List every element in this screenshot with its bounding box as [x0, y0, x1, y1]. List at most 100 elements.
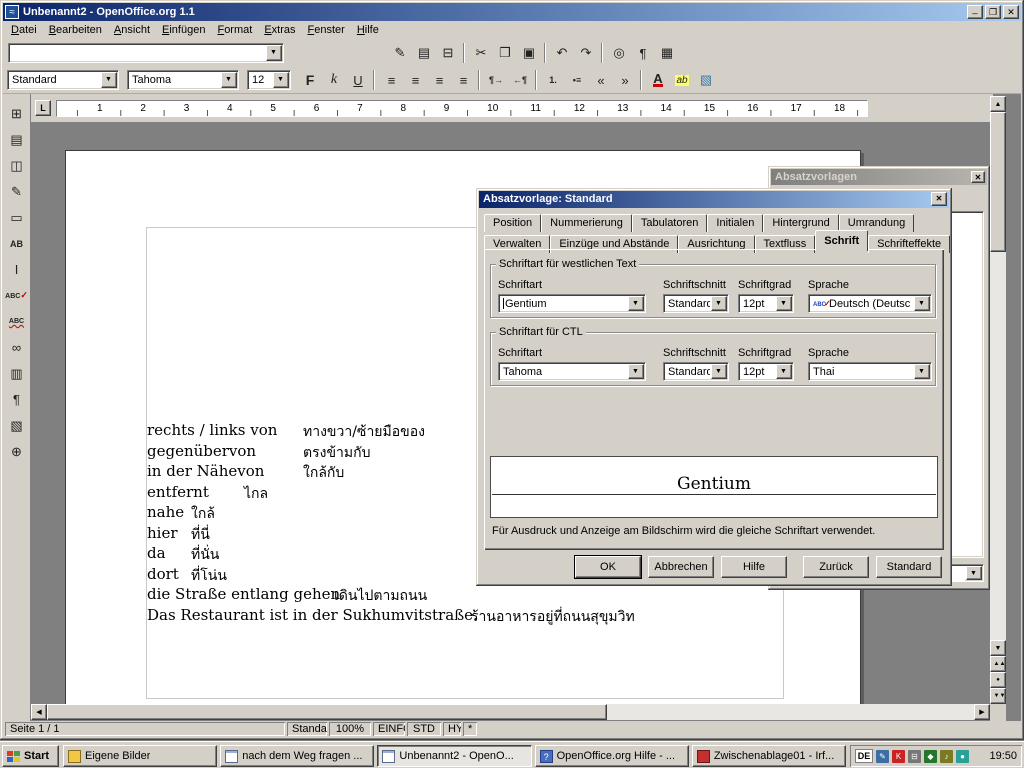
- export-pdf-icon[interactable]: ▤: [413, 42, 435, 64]
- nonprinting-characters-icon[interactable]: ¶: [5, 388, 29, 411]
- dropdown-arrow-icon[interactable]: [266, 45, 282, 61]
- menu-hilfe[interactable]: Hilfe: [351, 21, 385, 40]
- minimize-button[interactable]: [967, 5, 983, 19]
- autotext-icon[interactable]: AB: [5, 232, 29, 255]
- left-to-right-icon[interactable]: ¶→: [485, 69, 507, 91]
- tray-sync-icon[interactable]: ◆: [924, 750, 937, 763]
- italic-icon[interactable]: k: [323, 69, 345, 91]
- url-text[interactable]: [13, 46, 265, 60]
- print-file-icon[interactable]: ⊟: [437, 42, 459, 64]
- paragraph-style-combo[interactable]: Standard: [7, 70, 119, 90]
- menu-fenster[interactable]: Fenster: [302, 21, 351, 40]
- underline-icon[interactable]: U: [347, 69, 369, 91]
- menu-extras[interactable]: Extras: [258, 21, 301, 40]
- horizontal-scrollbar[interactable]: [31, 704, 990, 720]
- align-left-icon[interactable]: ≡: [380, 69, 402, 91]
- keyboard-layout-indicator[interactable]: DE: [855, 749, 873, 763]
- menu-datei[interactable]: Datei: [5, 21, 43, 40]
- tray-scheduler-icon[interactable]: ●: [956, 750, 969, 763]
- align-center-icon[interactable]: ≡: [404, 69, 426, 91]
- spellcheck-icon[interactable]: ABC: [5, 284, 29, 307]
- paragraph-background-icon[interactable]: ▧: [695, 69, 717, 91]
- gallery-icon[interactable]: ▦: [656, 42, 678, 64]
- direct-cursor-icon[interactable]: I: [5, 258, 29, 281]
- dropdown-arrow-icon[interactable]: [776, 296, 792, 311]
- align-right-icon[interactable]: ≡: [428, 69, 450, 91]
- status-segment[interactable]: *: [463, 722, 477, 736]
- find-replace-icon[interactable]: ∞: [5, 336, 29, 359]
- font-color-icon[interactable]: A: [647, 69, 669, 91]
- status-segment[interactable]: 100%: [329, 722, 371, 736]
- close-button[interactable]: [1003, 5, 1019, 19]
- bold-icon[interactable]: F: [299, 69, 321, 91]
- menu-bearbeiten[interactable]: Bearbeiten: [43, 21, 108, 40]
- tab-schrift[interactable]: Schrift: [815, 230, 868, 251]
- edit-file-icon[interactable]: ✎: [389, 42, 411, 64]
- next-page-button[interactable]: [990, 688, 1006, 704]
- tab-initialen[interactable]: Initialen: [707, 214, 763, 232]
- insert-object-icon[interactable]: ◫: [5, 154, 29, 177]
- navigator-icon[interactable]: ◎: [608, 42, 630, 64]
- horizontal-ruler[interactable]: L 123456789101112131415161718: [31, 94, 993, 122]
- horizontal-scroll-thumb[interactable]: [47, 704, 607, 720]
- tab-nummerierung[interactable]: Nummerierung: [541, 214, 632, 232]
- menu-ansicht[interactable]: Ansicht: [108, 21, 156, 40]
- font-name-combo[interactable]: Tahoma: [127, 70, 239, 90]
- scroll-up-button[interactable]: [990, 96, 1006, 112]
- dropdown-arrow-icon[interactable]: [966, 566, 982, 580]
- form-functions-icon[interactable]: ▭: [5, 206, 29, 229]
- increase-indent-icon[interactable]: »: [614, 69, 636, 91]
- decrease-indent-icon[interactable]: «: [590, 69, 612, 91]
- taskbar-clock[interactable]: 19:50: [989, 750, 1017, 762]
- stylist-title-bar[interactable]: Absatzvorlagen: [771, 169, 987, 185]
- task-openoffice-hilfe[interactable]: OpenOffice.org Hilfe - ...: [535, 745, 689, 767]
- ok-button[interactable]: OK: [575, 556, 641, 578]
- restore-button[interactable]: [985, 5, 1001, 19]
- task-unbenannt2[interactable]: Unbenannt2 - OpenO...: [377, 745, 531, 767]
- hilfe-button[interactable]: Hilfe: [721, 556, 787, 578]
- ctl-style-combo[interactable]: Standard: [663, 362, 729, 381]
- task-zwischenablage01[interactable]: Zwischenablage01 - Irf...: [692, 745, 846, 767]
- ctl-font-combo[interactable]: Tahoma: [498, 362, 646, 381]
- highlighting-icon[interactable]: ab: [671, 69, 693, 91]
- draw-functions-icon[interactable]: ✎: [5, 180, 29, 203]
- data-sources-icon[interactable]: ▥: [5, 362, 29, 385]
- vertical-scrollbar[interactable]: [990, 96, 1006, 704]
- dropdown-arrow-icon[interactable]: [776, 364, 792, 379]
- redo-icon[interactable]: ↷: [575, 42, 597, 64]
- numbering-icon[interactable]: 1.: [542, 69, 564, 91]
- load-url-field[interactable]: [8, 43, 284, 63]
- tray-display-icon[interactable]: ⊟: [908, 750, 921, 763]
- status-segment[interactable]: STD: [407, 722, 441, 736]
- font-size-combo[interactable]: 12: [247, 70, 291, 90]
- zurueck-button[interactable]: Zurück: [803, 556, 869, 578]
- tray-antivirus-icon[interactable]: K: [892, 750, 905, 763]
- dropdown-arrow-icon[interactable]: [914, 364, 930, 379]
- align-justify-icon[interactable]: ≡: [452, 69, 474, 91]
- copy-icon[interactable]: ❐: [494, 42, 516, 64]
- western-font-combo[interactable]: Gentium: [498, 294, 646, 313]
- cut-icon[interactable]: ✂: [470, 42, 492, 64]
- abbrechen-button[interactable]: Abbrechen: [648, 556, 714, 578]
- navigation-button[interactable]: [990, 672, 1006, 688]
- tab-tabulatoren[interactable]: Tabulatoren: [632, 214, 708, 232]
- online-layout-icon[interactable]: ⊕: [5, 440, 29, 463]
- graphics-onoff-icon[interactable]: ▧: [5, 414, 29, 437]
- scroll-down-button[interactable]: [990, 640, 1006, 656]
- ruler-strip[interactable]: 123456789101112131415161718: [56, 100, 868, 117]
- paste-icon[interactable]: ▣: [518, 42, 540, 64]
- tray-pen-icon[interactable]: ✎: [876, 750, 889, 763]
- dropdown-arrow-icon[interactable]: [711, 364, 727, 379]
- bullets-icon[interactable]: •≡: [566, 69, 588, 91]
- task-nach-dem-weg-fragen[interactable]: nach dem Weg fragen ...: [220, 745, 374, 767]
- stylist-icon[interactable]: ¶: [632, 42, 654, 64]
- status-segment[interactable]: Standard: [287, 722, 327, 736]
- previous-page-button[interactable]: [990, 656, 1006, 672]
- autospellcheck-icon[interactable]: ABC: [5, 310, 29, 333]
- status-segment[interactable]: EINFG: [373, 722, 405, 736]
- menu-einfuegen[interactable]: Einfügen: [156, 21, 211, 40]
- standard-button[interactable]: Standard: [876, 556, 942, 578]
- start-button[interactable]: Start: [2, 745, 59, 767]
- dropdown-arrow-icon[interactable]: [273, 72, 289, 88]
- dropdown-arrow-icon[interactable]: [711, 296, 727, 311]
